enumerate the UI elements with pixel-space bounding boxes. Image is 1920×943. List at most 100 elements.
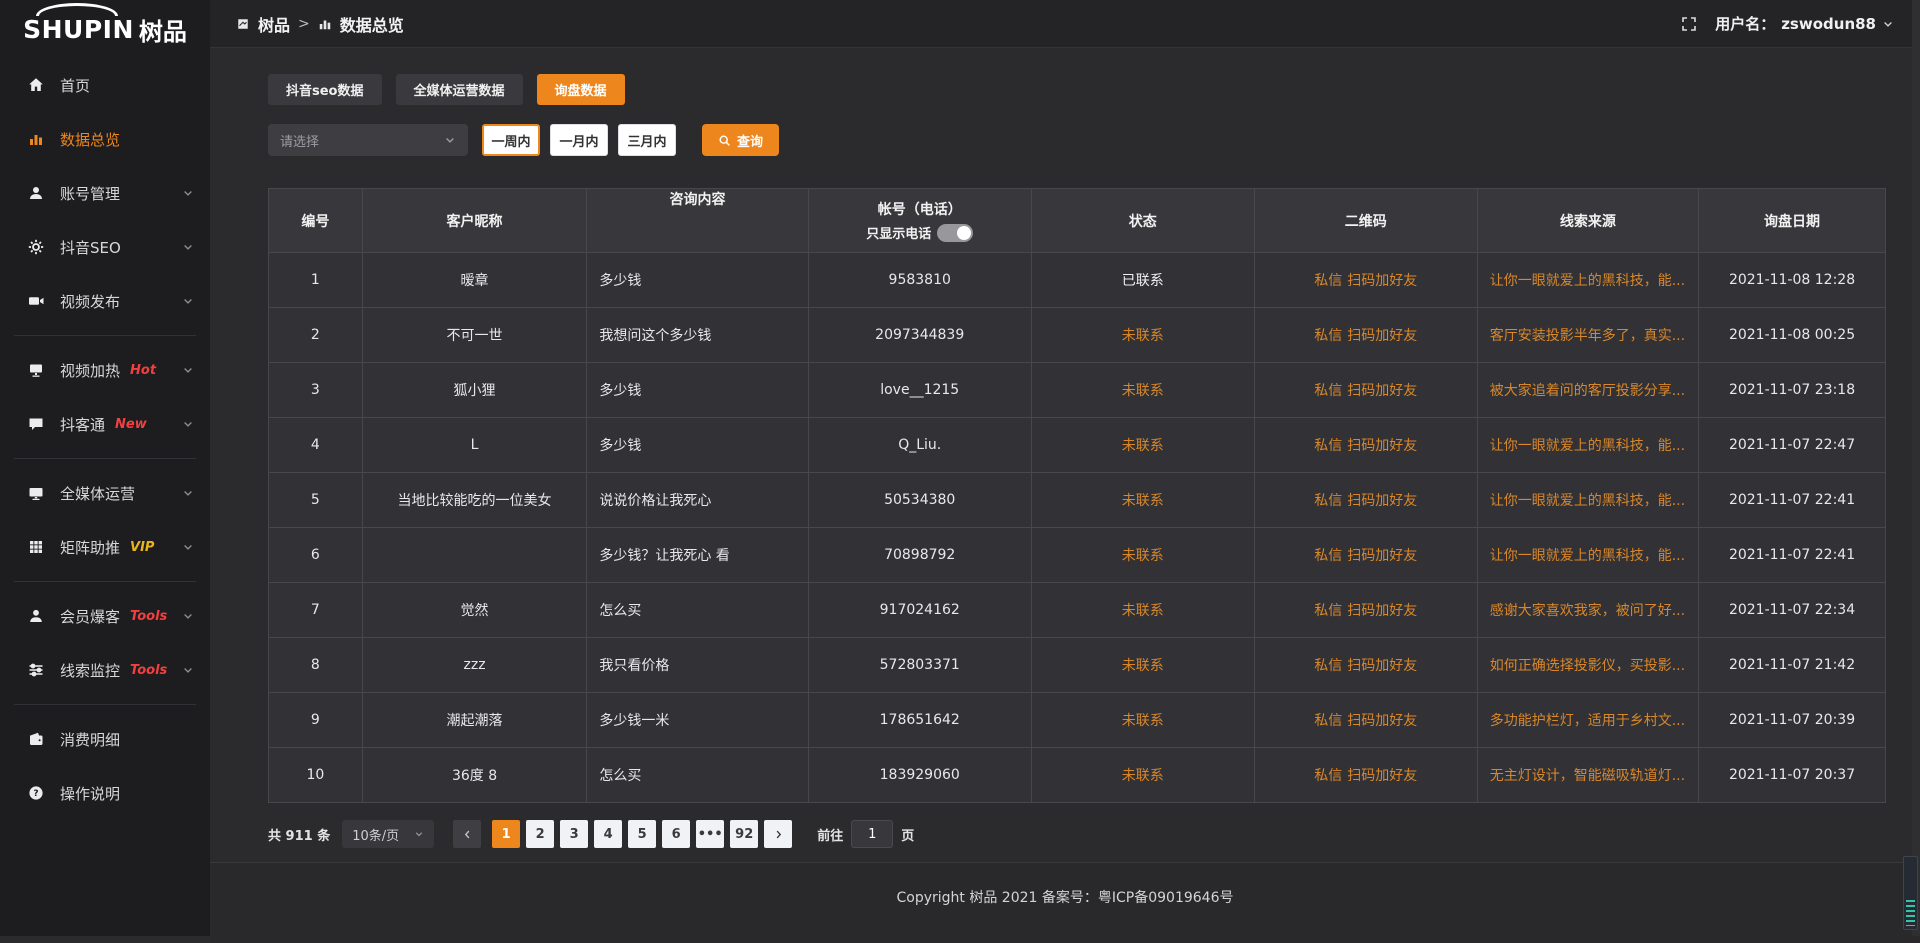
query-button[interactable]: 查询 <box>702 124 779 156</box>
page-button-1[interactable]: 1 <box>492 820 520 848</box>
next-page-button[interactable] <box>764 820 792 848</box>
qr-link-private-message[interactable]: 私信 <box>1314 655 1342 675</box>
sidebar-item-lead-monitor[interactable]: 线索监控 Tools <box>0 643 210 697</box>
header-qrcode: 二维码 <box>1255 189 1478 252</box>
sidebar-item-label: 首页 <box>60 75 90 96</box>
user-menu[interactable]: 用户名：zswodun88 <box>1715 13 1894 34</box>
range-button-0[interactable]: 一周内 <box>482 124 540 156</box>
sidebar-item-consumption-detail[interactable]: 消费明细 <box>0 712 210 766</box>
mini-widget[interactable] <box>1903 856 1918 930</box>
cell-lead-source[interactable]: 多功能护栏灯，适用于乡村文... <box>1478 693 1699 747</box>
qr-link-private-message[interactable]: 私信 <box>1314 545 1342 565</box>
goto-label: 前往 <box>817 825 843 844</box>
breadcrumb-root[interactable]: 树品 <box>258 12 290 36</box>
cell-inquiry-date: 2021-11-07 23:18 <box>1699 363 1885 417</box>
cell-inquiry-date: 2021-11-07 20:39 <box>1699 693 1885 747</box>
table-row: 5 当地比较能吃的一位美女 说说价格让我死心 50534380 未联系 私信 扫… <box>269 472 1885 527</box>
cell-inquiry-date: 2021-11-07 22:34 <box>1699 583 1885 637</box>
sidebar-item-media-operation[interactable]: 全媒体运营 <box>0 466 210 520</box>
sidebar-item-matrix-boost[interactable]: 矩阵助推 VIP <box>0 520 210 574</box>
cell-lead-source[interactable]: 无主灯设计，智能磁吸轨道灯... <box>1478 748 1699 802</box>
cell-lead-source[interactable]: 客厅安装投影半年多了，真实... <box>1478 308 1699 362</box>
qr-link-scan-add-friend[interactable]: 扫码加好友 <box>1347 325 1417 345</box>
phone-only-row: 只显示电话 <box>866 223 973 242</box>
page-more-button[interactable]: ••• <box>696 820 724 848</box>
qr-link-private-message[interactable]: 私信 <box>1314 710 1342 730</box>
tab-media-operation-data[interactable]: 全媒体运营数据 <box>396 74 523 105</box>
sidebar-item-data-overview[interactable]: 数据总览 <box>0 112 210 166</box>
cell-lead-source[interactable]: 如何正确选择投影仪，买投影... <box>1478 638 1699 692</box>
qr-link-scan-add-friend[interactable]: 扫码加好友 <box>1347 600 1417 620</box>
page-button-4[interactable]: 4 <box>594 820 622 848</box>
filter-select[interactable]: 请选择 <box>268 124 468 156</box>
header-content: 咨询内容 <box>587 189 808 252</box>
page-button-6[interactable]: 6 <box>662 820 690 848</box>
table-body: 1 暧章 多少钱 9583810 已联系 私信 扫码加好友 让你一眼就爱上的黑科… <box>269 252 1885 802</box>
cell-lead-source[interactable]: 感谢大家喜欢我家，被问了好... <box>1478 583 1699 637</box>
tab-inquiry-data[interactable]: 询盘数据 <box>537 74 625 105</box>
sidebar-item-account-management[interactable]: 账号管理 <box>0 166 210 220</box>
chevron-down-icon <box>182 241 194 253</box>
cell-account: 50534380 <box>809 473 1032 527</box>
cell-content: 我想问这个多少钱 <box>587 308 808 362</box>
qr-link-scan-add-friend[interactable]: 扫码加好友 <box>1347 710 1417 730</box>
qr-link-private-message[interactable]: 私信 <box>1314 490 1342 510</box>
goto-page-input[interactable] <box>851 820 893 848</box>
page-size-select[interactable]: 10条/页 <box>342 820 434 848</box>
qr-link-scan-add-friend[interactable]: 扫码加好友 <box>1347 765 1417 785</box>
cell-lead-source[interactable]: 让你一眼就爱上的黑科技，能... <box>1478 528 1699 582</box>
sidebar-item-label: 消费明细 <box>60 729 120 750</box>
sidebar-item-member-baoke[interactable]: 会员爆客 Tools <box>0 589 210 643</box>
breadcrumb-current: 数据总览 <box>340 12 404 36</box>
range-button-2[interactable]: 三月内 <box>618 124 676 156</box>
qr-link-scan-add-friend[interactable]: 扫码加好友 <box>1347 490 1417 510</box>
cell-content: 说说价格让我死心 <box>587 473 808 527</box>
sidebar-item-video-publish[interactable]: 视频发布 <box>0 274 210 328</box>
chevron-down-icon <box>182 610 194 622</box>
qr-link-scan-add-friend[interactable]: 扫码加好友 <box>1347 655 1417 675</box>
sidebar-item-douyin-seo[interactable]: 抖音SEO <box>0 220 210 274</box>
qr-link-scan-add-friend[interactable]: 扫码加好友 <box>1347 435 1417 455</box>
tab-douyin-seo-data[interactable]: 抖音seo数据 <box>268 74 382 105</box>
cell-nickname: 当地比较能吃的一位美女 <box>363 473 588 527</box>
sidebar-item-douketong[interactable]: 抖客通 New <box>0 397 210 451</box>
qr-link-private-message[interactable]: 私信 <box>1314 380 1342 400</box>
cell-no: 1 <box>269 253 363 307</box>
qr-link-scan-add-friend[interactable]: 扫码加好友 <box>1347 270 1417 290</box>
qr-link-private-message[interactable]: 私信 <box>1314 325 1342 345</box>
qr-link-private-message[interactable]: 私信 <box>1314 765 1342 785</box>
cell-account: 9583810 <box>809 253 1032 307</box>
qr-link-scan-add-friend[interactable]: 扫码加好友 <box>1347 545 1417 565</box>
page-button-2[interactable]: 2 <box>526 820 554 848</box>
cell-qrcode: 私信 扫码加好友 <box>1255 418 1478 472</box>
page-button-3[interactable]: 3 <box>560 820 588 848</box>
qr-link-private-message[interactable]: 私信 <box>1314 270 1342 290</box>
cell-nickname: 觉然 <box>363 583 588 637</box>
chart-icon <box>28 131 46 147</box>
cell-lead-source[interactable]: 让你一眼就爱上的黑科技，能... <box>1478 473 1699 527</box>
sidebar-item-video-heat[interactable]: 视频加热 Hot <box>0 343 210 397</box>
fullscreen-icon[interactable] <box>1681 16 1697 32</box>
cell-lead-source[interactable]: 让你一眼就爱上的黑科技，能... <box>1478 418 1699 472</box>
scrollbar[interactable] <box>1912 0 1920 936</box>
page-button-92[interactable]: 92 <box>730 820 758 848</box>
cell-lead-source[interactable]: 让你一眼就爱上的黑科技，能... <box>1478 253 1699 307</box>
chevron-down-icon <box>182 487 194 499</box>
chat-icon <box>28 416 46 432</box>
qr-link-scan-add-friend[interactable]: 扫码加好友 <box>1347 380 1417 400</box>
query-button-label: 查询 <box>737 131 763 150</box>
breadcrumb-separator: > <box>298 16 310 32</box>
range-button-1[interactable]: 一月内 <box>550 124 608 156</box>
prev-page-button[interactable] <box>453 820 481 848</box>
cell-lead-source[interactable]: 被大家追着问的客厅投影分享... <box>1478 363 1699 417</box>
table-row: 4 L 多少钱 Q_Liu. 未联系 私信 扫码加好友 让你一眼就爱上的黑科技，… <box>269 417 1885 472</box>
brand-square-icon <box>236 17 250 31</box>
sidebar-item-operation-guide[interactable]: ? 操作说明 <box>0 766 210 820</box>
qr-link-private-message[interactable]: 私信 <box>1314 435 1342 455</box>
cell-no: 2 <box>269 308 363 362</box>
qr-link-private-message[interactable]: 私信 <box>1314 600 1342 620</box>
page-button-5[interactable]: 5 <box>628 820 656 848</box>
phone-only-toggle[interactable] <box>937 224 973 242</box>
sidebar-item-label: 抖客通 <box>60 414 105 435</box>
sidebar-item-home[interactable]: 首页 <box>0 58 210 112</box>
